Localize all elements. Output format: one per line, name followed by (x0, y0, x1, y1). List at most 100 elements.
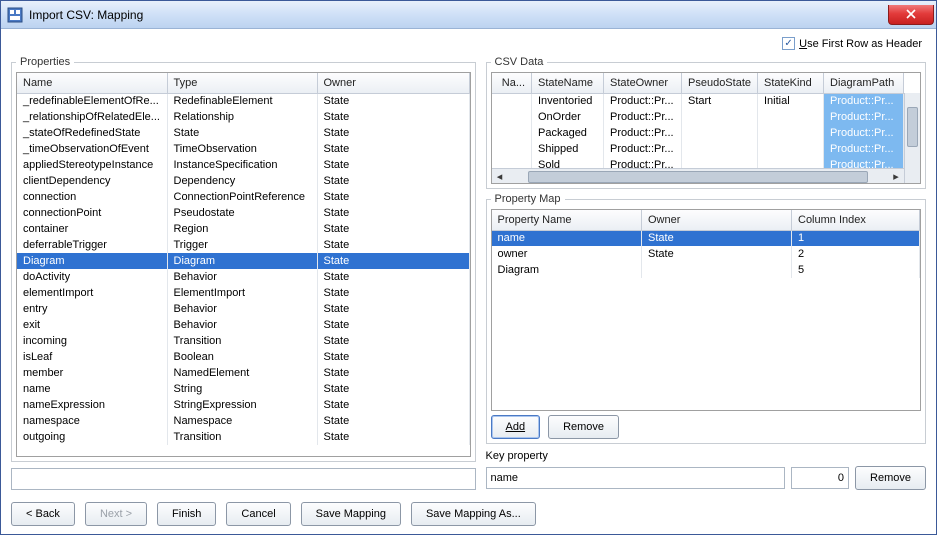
properties-cell-type: Transition (167, 333, 317, 349)
properties-row[interactable]: clientDependencyDependencyState (17, 173, 469, 189)
csv-cell (758, 109, 824, 125)
csv-cell: Product::Pr... (824, 157, 904, 168)
properties-row[interactable]: connectionConnectionPointReferenceState (17, 189, 469, 205)
csv-col-1[interactable]: StateName (532, 73, 604, 93)
key-index-input[interactable] (791, 467, 849, 489)
properties-row[interactable]: nameStringState (17, 381, 469, 397)
window-buttons (886, 5, 934, 25)
properties-filter-input[interactable] (11, 468, 476, 490)
pmap-col-index[interactable]: Column Index (792, 210, 920, 230)
properties-cell-name: _redefinableElementOfRe... (17, 93, 167, 109)
properties-row[interactable]: _redefinableElementOfRe...RedefinableEle… (17, 93, 469, 109)
cancel-button[interactable]: Cancel (226, 502, 290, 526)
pmap-row[interactable]: ownerState2 (492, 246, 920, 262)
properties-row[interactable]: entryBehaviorState (17, 301, 469, 317)
properties-cell-owner: State (317, 205, 469, 221)
properties-cell-type: ConnectionPointReference (167, 189, 317, 205)
properties-table[interactable]: Name Type Owner _redefinableElementOfRe.… (16, 72, 471, 457)
csv-row[interactable]: InventoriedProduct::Pr...StartInitialPro… (492, 93, 904, 109)
properties-row[interactable]: namespaceNamespaceState (17, 413, 469, 429)
pmap-col-name[interactable]: Property Name (492, 210, 642, 230)
properties-row[interactable]: exitBehaviorState (17, 317, 469, 333)
properties-cell-owner: State (317, 301, 469, 317)
properties-col-name[interactable]: Name (17, 73, 167, 93)
properties-group: Properties Name Type Owner _redefinableE… (11, 56, 476, 462)
csv-row[interactable]: OnOrderProduct::Pr...Product::Pr... (492, 109, 904, 125)
properties-cell-name: clientDependency (17, 173, 167, 189)
properties-col-type[interactable]: Type (167, 73, 317, 93)
properties-cell-owner: State (317, 141, 469, 157)
properties-row[interactable]: elementImportElementImportState (17, 285, 469, 301)
csv-cell: OnOrder (532, 109, 604, 125)
properties-row[interactable]: deferrableTriggerTriggerState (17, 237, 469, 253)
save-mapping-button[interactable]: Save Mapping (301, 502, 401, 526)
csv-cell: Inventoried (532, 93, 604, 109)
csv-vscroll[interactable] (904, 93, 920, 183)
csv-cell (682, 109, 758, 125)
save-mapping-as-button[interactable]: Save Mapping As... (411, 502, 536, 526)
properties-row[interactable]: nameExpressionStringExpressionState (17, 397, 469, 413)
properties-row[interactable]: _timeObservationOfEventTimeObservationSt… (17, 141, 469, 157)
csv-row[interactable]: SoldProduct::Pr...Product::Pr... (492, 157, 904, 168)
properties-row[interactable]: memberNamedElementState (17, 365, 469, 381)
key-property-input[interactable] (486, 467, 786, 489)
pmap-cell-owner (642, 262, 792, 278)
properties-cell-name: namespace (17, 413, 167, 429)
window-close-button[interactable] (888, 5, 934, 25)
use-first-row-checkbox[interactable]: ✓ (782, 37, 795, 50)
csv-cell: Product::Pr... (824, 125, 904, 141)
properties-cell-owner: State (317, 365, 469, 381)
csv-row[interactable]: ShippedProduct::Pr...Product::Pr... (492, 141, 904, 157)
properties-row[interactable]: doActivityBehaviorState (17, 269, 469, 285)
csv-col-2[interactable]: StateOwner (604, 73, 682, 93)
csv-cell: Product::Pr... (604, 125, 682, 141)
properties-cell-owner: State (317, 413, 469, 429)
properties-cell-owner: State (317, 285, 469, 301)
csv-col-4[interactable]: StateKind (758, 73, 824, 93)
scroll-left-icon[interactable]: ◂ (492, 169, 508, 185)
properties-col-owner[interactable]: Owner (317, 73, 469, 93)
csv-hscroll[interactable]: ◂ ▸ (492, 168, 905, 184)
properties-row[interactable]: isLeafBooleanState (17, 349, 469, 365)
use-first-row-label: Use First Row as Header (799, 38, 922, 50)
properties-cell-owner: State (317, 397, 469, 413)
properties-row[interactable]: _stateOfRedefinedStateStateState (17, 125, 469, 141)
properties-cell-name: container (17, 221, 167, 237)
properties-row[interactable]: DiagramDiagramState (17, 253, 469, 269)
pmap-cell-name: owner (492, 246, 642, 262)
pmap-row[interactable]: Diagram5 (492, 262, 920, 278)
finish-button[interactable]: Finish (157, 502, 216, 526)
csv-row[interactable]: PackagedProduct::Pr...Product::Pr... (492, 125, 904, 141)
properties-row[interactable]: appliedStereotypeInstanceInstanceSpecifi… (17, 157, 469, 173)
properties-cell-type: NamedElement (167, 365, 317, 381)
pmap-row[interactable]: nameState1 (492, 230, 920, 246)
csv-col-5[interactable]: DiagramPath (824, 73, 904, 93)
csv-cell: Shipped (532, 141, 604, 157)
titlebar[interactable]: Import CSV: Mapping (1, 1, 936, 29)
properties-row[interactable]: outgoingTransitionState (17, 429, 469, 445)
properties-cell-name: _relationshipOfRelatedEle... (17, 109, 167, 125)
csv-col-0[interactable]: Na... (492, 73, 532, 93)
key-remove-button[interactable]: Remove (855, 466, 926, 490)
pmap-col-owner[interactable]: Owner (642, 210, 792, 230)
properties-cell-type: InstanceSpecification (167, 157, 317, 173)
properties-cell-type: Relationship (167, 109, 317, 125)
properties-row[interactable]: containerRegionState (17, 221, 469, 237)
properties-cell-name: member (17, 365, 167, 381)
properties-cell-owner: State (317, 237, 469, 253)
csv-table[interactable]: Na... StateName StateOwner PseudoState S… (491, 72, 922, 184)
properties-cell-name: doActivity (17, 269, 167, 285)
csv-col-3[interactable]: PseudoState (682, 73, 758, 93)
pmap-cell-col: 5 (792, 262, 920, 278)
property-map-table[interactable]: Property Name Owner Column Index nameSta… (491, 209, 922, 411)
pmap-cell-owner: State (642, 230, 792, 246)
properties-cell-name: outgoing (17, 429, 167, 445)
properties-row[interactable]: incomingTransitionState (17, 333, 469, 349)
remove-button[interactable]: Remove (548, 415, 619, 439)
back-button[interactable]: < Back (11, 502, 75, 526)
add-button[interactable]: Add (491, 415, 541, 439)
scroll-right-icon[interactable]: ▸ (888, 169, 904, 185)
properties-cell-type: StringExpression (167, 397, 317, 413)
properties-row[interactable]: _relationshipOfRelatedEle...Relationship… (17, 109, 469, 125)
properties-row[interactable]: connectionPointPseudostateState (17, 205, 469, 221)
